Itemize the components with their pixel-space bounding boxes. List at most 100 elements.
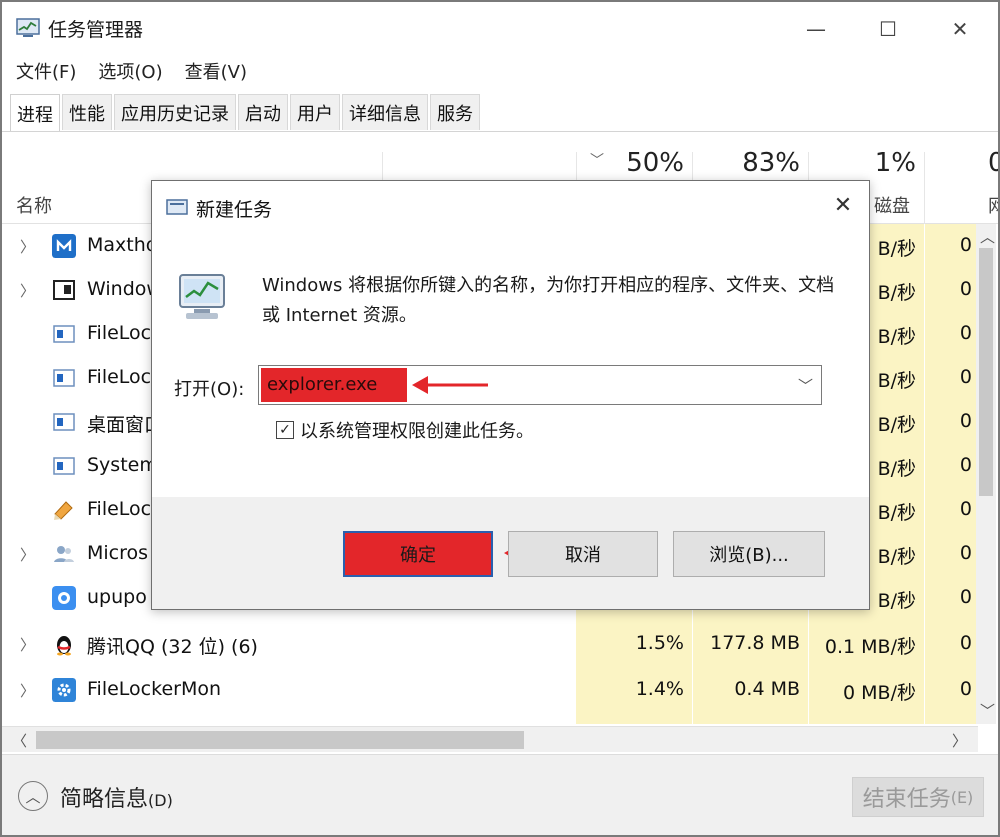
- process-name: FileLoc: [87, 366, 152, 388]
- network-value: 0: [959, 278, 972, 300]
- network-value: 0: [959, 234, 972, 256]
- memory-value: 0.4 MB: [734, 678, 800, 700]
- vertical-scroll-thumb[interactable]: [979, 248, 993, 496]
- process-name: FileLockerMon: [87, 678, 222, 700]
- table-row[interactable]: 〉 FileLockerMon 1.4% 0.4 MB 0 MB/秒 0: [2, 668, 978, 712]
- open-input-value[interactable]: explorer.exe: [267, 374, 377, 395]
- end-task-accesskey: (E): [950, 787, 974, 807]
- dialog-title: 新建任务: [196, 199, 273, 221]
- minimize-button[interactable]: —: [786, 10, 846, 48]
- process-name: Micros: [87, 542, 149, 564]
- menu-view[interactable]: 查看(V): [185, 58, 247, 84]
- fewer-details-link[interactable]: 简略信息(D): [60, 781, 173, 813]
- network-value: 0: [959, 410, 972, 432]
- horizontal-scrollbar[interactable]: 〈 〉: [2, 726, 978, 752]
- scroll-right-icon[interactable]: 〉: [952, 730, 967, 751]
- admin-checkbox-label[interactable]: 以系统管理权限创建此任务。: [300, 417, 534, 443]
- disk-value: B/秒: [877, 502, 916, 524]
- column-cpu[interactable]: 50%: [612, 148, 684, 178]
- disk-value: 0 MB/秒: [843, 682, 916, 704]
- disk-value: B/秒: [877, 546, 916, 568]
- disk-value: B/秒: [877, 282, 916, 304]
- fewer-details-accesskey: (D): [148, 791, 173, 810]
- app-icon: [53, 325, 75, 343]
- memory-value: 177.8 MB: [710, 632, 800, 654]
- maximize-button[interactable]: ☐: [858, 10, 918, 48]
- disk-value: B/秒: [877, 370, 916, 392]
- cancel-button[interactable]: 取消: [508, 531, 658, 577]
- process-name: FileLoc: [87, 498, 152, 520]
- menu-options[interactable]: 选项(O): [98, 58, 162, 84]
- fewer-details-text: 简略信息: [60, 787, 149, 812]
- column-divider: [924, 152, 925, 224]
- network-value: 0: [959, 678, 972, 700]
- network-value: 0: [959, 322, 972, 344]
- maxthon-icon: [52, 234, 76, 258]
- tab-startup[interactable]: 启动: [238, 94, 288, 130]
- expand-chevron-icon[interactable]: 〉: [20, 680, 35, 701]
- qq-penguin-icon: [57, 636, 71, 656]
- expand-chevron-icon[interactable]: 〉: [20, 544, 35, 565]
- column-disk[interactable]: 1%: [844, 148, 916, 178]
- cpu-value: 1.4%: [635, 678, 684, 700]
- network-value: 0: [959, 498, 972, 520]
- column-disk-label: 磁盘: [874, 196, 910, 217]
- tab-users[interactable]: 用户: [290, 94, 340, 130]
- people-icon: [54, 546, 74, 562]
- close-button[interactable]: ✕: [930, 10, 990, 48]
- menu-bar: 文件(F) 选项(O) 查看(V): [16, 58, 247, 84]
- table-row[interactable]: 〉 腾讯QQ (32 位) (6) 1.5% 177.8 MB 0.1 MB/秒…: [2, 622, 978, 666]
- disk-value: 0.1 MB/秒: [824, 636, 916, 658]
- column-name[interactable]: 名称: [16, 192, 52, 218]
- scroll-up-icon[interactable]: ︿: [980, 226, 995, 247]
- expand-chevron-icon[interactable]: 〉: [20, 634, 35, 655]
- admin-checkbox[interactable]: ✓: [276, 421, 294, 439]
- network-value: 0: [959, 366, 972, 388]
- open-label: 打开(O):: [174, 379, 245, 400]
- column-network[interactable]: 0: [988, 148, 998, 178]
- process-name: 腾讯QQ (32 位) (6): [87, 636, 258, 658]
- horizontal-scroll-thumb[interactable]: [36, 731, 524, 749]
- app-icon: [53, 369, 75, 387]
- network-value: 0: [959, 586, 972, 608]
- task-manager-icon: [16, 18, 40, 37]
- collapse-chevron-icon[interactable]: ︿: [18, 781, 48, 811]
- expand-chevron-icon[interactable]: 〉: [20, 280, 35, 301]
- dropdown-chevron-icon[interactable]: ﹀: [798, 375, 813, 396]
- dialog-button-bar: 确定 取消 浏览(B)...: [152, 497, 869, 609]
- column-memory[interactable]: 83%: [728, 148, 800, 178]
- scroll-down-icon[interactable]: ﹀: [980, 700, 995, 721]
- network-value: 0: [959, 542, 972, 564]
- scroll-left-icon[interactable]: 〈: [12, 730, 27, 751]
- task-manager-window: 任务管理器 — ☐ ✕ 文件(F) 选项(O) 查看(V) 进程 性能 应用历史…: [0, 0, 1000, 837]
- open-combobox[interactable]: explorer.exe ﹀: [258, 365, 822, 405]
- app-icon: [53, 413, 75, 431]
- window-icon: [53, 280, 75, 300]
- app-icon: [53, 457, 75, 475]
- ok-button[interactable]: 确定: [343, 531, 493, 577]
- column-network-label: 网: [988, 192, 998, 218]
- disk-value: B/秒: [877, 326, 916, 348]
- end-task-label: 结束任务: [862, 787, 951, 812]
- expand-chevron-icon[interactable]: 〉: [20, 236, 35, 257]
- menu-file[interactable]: 文件(F): [16, 58, 76, 84]
- process-name: System: [87, 454, 158, 476]
- pencil-icon: [54, 501, 73, 520]
- title-bar: 任务管理器 — ☐ ✕: [2, 2, 998, 54]
- cpu-value: 1.5%: [635, 632, 684, 654]
- tab-details[interactable]: 详细信息: [342, 94, 428, 130]
- window-title: 任务管理器: [48, 19, 144, 41]
- browse-button[interactable]: 浏览(B)...: [673, 531, 825, 577]
- tab-app-history[interactable]: 应用历史记录: [114, 94, 236, 130]
- end-task-button[interactable]: 结束任务 (E): [852, 777, 984, 817]
- annotation-arrow-icon: [412, 376, 488, 394]
- upupoo-icon: [52, 586, 76, 610]
- vertical-scrollbar[interactable]: ︿ ﹀: [976, 224, 996, 724]
- tab-services[interactable]: 服务: [430, 94, 480, 130]
- process-name: FileLoc: [87, 322, 152, 344]
- disk-value: B/秒: [877, 414, 916, 436]
- network-value: 0: [959, 632, 972, 654]
- tab-processes[interactable]: 进程: [10, 94, 60, 132]
- tab-performance[interactable]: 性能: [62, 94, 112, 130]
- dialog-close-button[interactable]: ✕: [829, 191, 857, 219]
